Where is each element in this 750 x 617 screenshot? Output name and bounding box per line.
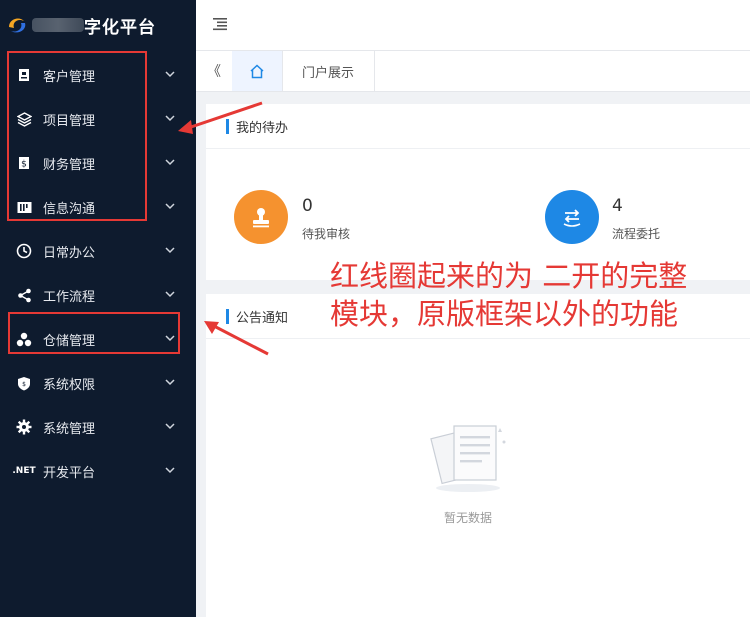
annotation-text-line1: 红线圈起来的为 二开的完整: [330, 259, 688, 293]
annotation-text-line2: 模块，原版框架以外的功能: [330, 297, 679, 331]
